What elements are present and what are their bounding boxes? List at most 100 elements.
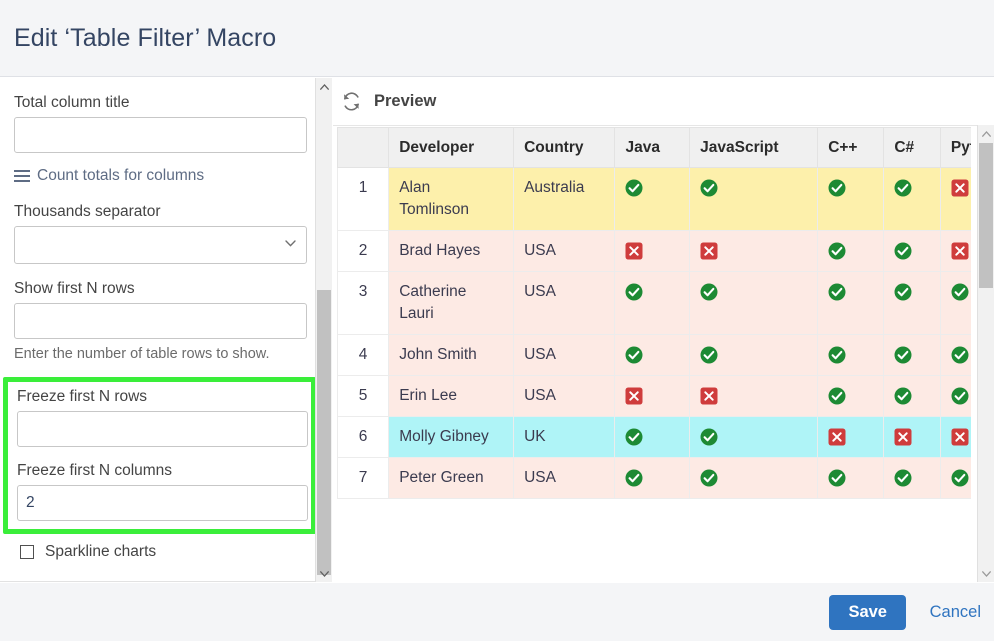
column-header-rownum[interactable] [337, 127, 390, 168]
cell-developer: Alan Tomlinson [388, 167, 515, 231]
cell-cs [883, 271, 941, 335]
cell-javascript [689, 416, 819, 458]
freeze-first-n-columns-field: Freeze first N columns [17, 460, 308, 521]
cell-cs [883, 457, 941, 499]
total-column-title-input[interactable] [14, 117, 307, 153]
cell-country: USA [513, 334, 616, 376]
cell-python [939, 167, 971, 231]
form-scrollbar-thumb[interactable] [317, 290, 331, 575]
check-yes-icon [951, 387, 969, 405]
preview-scrollbar[interactable] [977, 125, 994, 582]
hamburger-icon [14, 170, 30, 182]
freeze-first-n-rows-label: Freeze first N rows [17, 388, 148, 405]
column-header-javascript[interactable]: JavaScript [689, 127, 819, 168]
dialog-body: Total column title Count totals for colu… [0, 78, 994, 583]
column-header-java[interactable]: Java [614, 127, 691, 168]
cell-cpp [817, 271, 885, 335]
cell-python [939, 375, 971, 417]
sparkline-charts-label: Sparkline charts [45, 543, 157, 560]
column-header-country[interactable]: Country [513, 127, 616, 168]
cross-no-icon [625, 387, 643, 405]
sparkline-charts-row[interactable]: Sparkline charts [14, 543, 301, 561]
cell-python [939, 457, 971, 499]
scroll-up-arrow-icon[interactable] [316, 78, 332, 95]
check-yes-icon [951, 346, 969, 364]
column-header-python[interactable]: Python [939, 127, 971, 168]
cell-python [939, 334, 971, 376]
table-row: 5 Erin Lee USA [337, 375, 971, 417]
page-title: Edit ‘Table Filter’ Macro [14, 24, 277, 52]
cell-country: USA [513, 375, 616, 417]
cross-no-icon [625, 242, 643, 260]
cell-rownum: 4 [337, 334, 390, 376]
check-yes-icon [828, 346, 846, 364]
cell-country: Australia [513, 167, 616, 231]
cell-cpp [817, 334, 885, 376]
cell-rownum: 6 [337, 416, 390, 458]
check-yes-icon [625, 469, 643, 487]
form-scrollbar[interactable] [315, 78, 332, 582]
total-column-title-field: Total column title [14, 92, 307, 153]
freeze-settings-highlight: Freeze first N rows Freeze first N colum… [3, 377, 315, 534]
count-totals-link-row[interactable]: Count totals for columns [14, 167, 301, 185]
freeze-first-n-columns-input[interactable] [17, 485, 308, 521]
cell-java [614, 167, 691, 231]
column-header-developer[interactable]: Developer [388, 127, 515, 168]
cell-cs [883, 375, 941, 417]
show-first-n-rows-help: Enter the number of table rows to show. [14, 346, 270, 362]
cell-rownum: 5 [337, 375, 390, 417]
cell-rownum: 1 [337, 167, 390, 231]
cross-no-icon [951, 242, 969, 260]
count-totals-link-label[interactable]: Count totals for columns [37, 167, 204, 185]
check-yes-icon [894, 179, 912, 197]
preview-header: Preview [333, 78, 994, 126]
check-yes-icon [828, 387, 846, 405]
column-header-cpp[interactable]: C++ [817, 127, 885, 168]
cell-java [614, 230, 691, 272]
preview-scrollbar-thumb[interactable] [979, 143, 993, 288]
cell-javascript [689, 271, 819, 335]
preview-table-wrap: Developer Country Java JavaScript C++ C#… [337, 127, 971, 581]
cell-cpp [817, 457, 885, 499]
cell-javascript [689, 375, 819, 417]
refresh-icon[interactable] [341, 91, 362, 112]
scroll-down-arrow-icon[interactable] [978, 565, 994, 582]
cell-python [939, 416, 971, 458]
column-header-cs[interactable]: C# [883, 127, 941, 168]
check-yes-icon [700, 179, 718, 197]
cell-python [939, 271, 971, 335]
check-yes-icon [700, 469, 718, 487]
cell-developer: Erin Lee [388, 375, 515, 417]
check-yes-icon [951, 283, 969, 301]
scroll-down-arrow-icon[interactable] [316, 565, 332, 582]
check-yes-icon [828, 242, 846, 260]
check-yes-icon [700, 346, 718, 364]
cell-cpp [817, 230, 885, 272]
scroll-up-arrow-icon[interactable] [978, 125, 994, 142]
check-yes-icon [828, 179, 846, 197]
save-button[interactable]: Save [829, 595, 906, 630]
cell-country: USA [513, 271, 616, 335]
cell-java [614, 334, 691, 376]
cell-java [614, 416, 691, 458]
cancel-button[interactable]: Cancel [930, 603, 981, 622]
cell-java [614, 375, 691, 417]
cell-javascript [689, 167, 819, 231]
show-first-n-rows-input[interactable] [14, 303, 307, 339]
table-row: 4 John Smith USA [337, 334, 971, 376]
total-column-title-label: Total column title [14, 94, 130, 111]
cross-no-icon [951, 179, 969, 197]
table-row: 1 Alan Tomlinson Australia [337, 167, 971, 231]
cell-java [614, 457, 691, 499]
freeze-first-n-rows-input[interactable] [17, 411, 308, 447]
cell-cpp [817, 167, 885, 231]
dialog-header: Edit ‘Table Filter’ Macro [0, 0, 994, 77]
cell-cs [883, 334, 941, 376]
thousands-separator-select[interactable] [14, 226, 307, 264]
cell-cs [883, 167, 941, 231]
table-header-row: Developer Country Java JavaScript C++ C#… [337, 127, 971, 168]
check-yes-icon [625, 428, 643, 446]
check-yes-icon [828, 469, 846, 487]
sparkline-charts-checkbox[interactable] [20, 545, 34, 559]
check-yes-icon [894, 242, 912, 260]
